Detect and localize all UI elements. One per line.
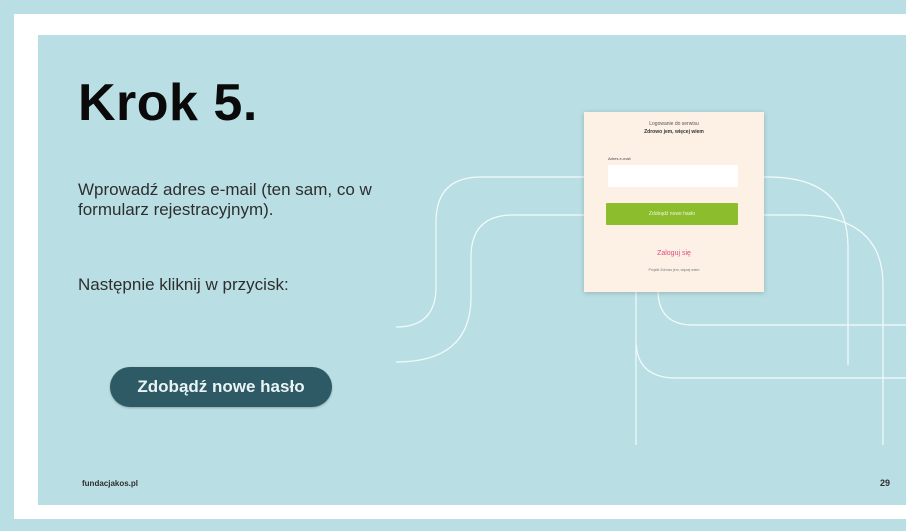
site-footer: fundacjakos.pl (82, 479, 139, 488)
next-step-text: Następnie kliknij w przycisk: (78, 275, 289, 294)
card-greeting: Zdrowo jem, więcej wiem (644, 129, 704, 135)
email-label: Adres e-mail (608, 156, 631, 161)
card-pre-heading: Logowanie do serwisu (649, 121, 699, 127)
slide: Krok 5. Wprowadź adres e-mail (ten sam, … (38, 35, 906, 505)
get-new-password-button[interactable]: Zdobądź nowe hasło (110, 367, 332, 407)
card-footer-note: Projekt Zdrowo jem, więcej wiem (648, 268, 700, 272)
login-card-screenshot: Logowanie do serwisu Zdrowo jem, więcej … (584, 112, 764, 292)
email-field[interactable] (608, 165, 738, 187)
slide-title: Krok 5. (78, 74, 258, 132)
page-number: 29 (880, 478, 891, 488)
login-link[interactable]: Zaloguj się (584, 250, 764, 257)
card-submit-button[interactable]: Zdobądź nowe hasło (606, 203, 738, 225)
intro-text: Wprowadź adres e-mail (ten sam, co w for… (78, 180, 372, 219)
